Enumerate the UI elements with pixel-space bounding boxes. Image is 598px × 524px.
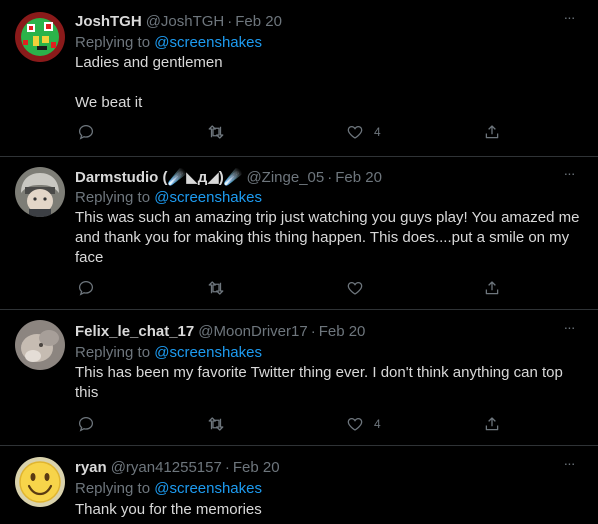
- tweet-header: Darmstudio (☄️◣д◢)☄️ @Zinge_05 · Feb 20: [75, 167, 382, 187]
- tweet-header: Felix_le_chat_17 @MoonDriver17 · Feb 20: [75, 321, 365, 341]
- display-name[interactable]: JoshTGH: [75, 13, 142, 30]
- separator: ·: [310, 322, 316, 340]
- separator: ·: [227, 12, 233, 30]
- display-name[interactable]: Darmstudio (☄️◣д◢)☄️: [75, 168, 242, 186]
- replying-prefix: Replying to: [75, 480, 151, 497]
- mention-link[interactable]: @screenshakes: [154, 480, 262, 497]
- separator: ·: [224, 458, 230, 476]
- tweet[interactable]: Felix_le_chat_17 @MoonDriver17 · Feb 20 …: [0, 310, 598, 446]
- reply-button[interactable]: [77, 122, 95, 142]
- share-icon: [485, 281, 499, 295]
- retweet-button[interactable]: [207, 122, 225, 142]
- tweet-header: JoshTGH @JoshTGH · Feb 20: [75, 11, 282, 31]
- user-handle[interactable]: @MoonDriver17: [198, 323, 307, 340]
- smiley-avatar-icon: [15, 457, 65, 507]
- more-options-icon[interactable]: ···: [558, 320, 580, 341]
- more-options-icon[interactable]: ···: [558, 10, 580, 31]
- heart-icon: [347, 281, 363, 295]
- retweet-button[interactable]: [207, 414, 225, 434]
- photo-avatar-icon: [15, 320, 65, 370]
- tweet[interactable]: JoshTGH @JoshTGH · Feb 20 ··· Replying t…: [0, 0, 598, 157]
- reply-button[interactable]: [77, 414, 95, 434]
- retweet-button[interactable]: [207, 278, 225, 298]
- like-count: 4: [374, 417, 381, 431]
- share-button[interactable]: [483, 278, 501, 298]
- pixel-art-avatar-icon: [15, 12, 65, 62]
- tweet-text: Thank you for the memories: [75, 501, 262, 518]
- like-count: 4: [374, 125, 381, 139]
- share-button[interactable]: [483, 414, 501, 434]
- replying-prefix: Replying to: [75, 344, 151, 361]
- anime-avatar-icon: [15, 167, 65, 217]
- replying-prefix: Replying to: [75, 34, 151, 51]
- tweet-text: This has been my favorite Twitter thing …: [75, 364, 568, 401]
- reply-icon: [78, 124, 94, 140]
- tweet[interactable]: ryan @ryan41255157 · Feb 20 ··· Replying…: [0, 446, 598, 524]
- like-button[interactable]: 4: [346, 414, 381, 434]
- replying-to: Replying to @screenshakes: [75, 34, 262, 51]
- tweet-date[interactable]: Feb 20: [233, 459, 280, 476]
- reply-feed: JoshTGH @JoshTGH · Feb 20 ··· Replying t…: [0, 0, 598, 524]
- avatar[interactable]: [15, 457, 65, 507]
- user-handle[interactable]: @JoshTGH: [146, 13, 225, 30]
- separator: ·: [327, 168, 333, 186]
- replying-prefix: Replying to: [75, 189, 151, 206]
- user-handle[interactable]: @Zinge_05: [246, 169, 324, 186]
- retweet-icon: [208, 281, 224, 295]
- heart-icon: [347, 417, 363, 431]
- retweet-icon: [208, 417, 224, 431]
- tweet-header: ryan @ryan41255157 · Feb 20: [75, 457, 280, 477]
- like-button[interactable]: [346, 278, 374, 298]
- retweet-icon: [208, 125, 224, 139]
- tweet-text: Ladies and gentlemen We beat it: [75, 54, 223, 111]
- mention-link[interactable]: @screenshakes: [154, 34, 262, 51]
- avatar[interactable]: [15, 320, 65, 370]
- replying-to: Replying to @screenshakes: [75, 480, 262, 497]
- reply-button[interactable]: [77, 278, 95, 298]
- tweet-date[interactable]: Feb 20: [335, 169, 382, 186]
- avatar[interactable]: [15, 12, 65, 62]
- reply-icon: [78, 280, 94, 296]
- tweet-actions: [75, 278, 515, 298]
- reply-icon: [78, 416, 94, 432]
- more-options-icon[interactable]: ···: [558, 166, 580, 187]
- display-name[interactable]: Felix_le_chat_17: [75, 323, 194, 340]
- replying-to: Replying to @screenshakes: [75, 344, 262, 361]
- avatar[interactable]: [15, 167, 65, 217]
- like-button[interactable]: 4: [346, 122, 381, 142]
- share-button[interactable]: [483, 122, 501, 142]
- more-options-icon[interactable]: ···: [558, 456, 580, 477]
- tweet-text: This was such an amazing trip just watch…: [75, 209, 584, 266]
- mention-link[interactable]: @screenshakes: [154, 344, 262, 361]
- display-name[interactable]: ryan: [75, 459, 107, 476]
- replying-to: Replying to @screenshakes: [75, 189, 262, 206]
- tweet-actions: 4: [75, 414, 515, 434]
- user-handle[interactable]: @ryan41255157: [111, 459, 222, 476]
- tweet-date[interactable]: Feb 20: [319, 323, 366, 340]
- share-icon: [485, 417, 499, 431]
- share-icon: [485, 125, 499, 139]
- mention-link[interactable]: @screenshakes: [154, 189, 262, 206]
- tweet-actions: 4: [75, 122, 515, 142]
- tweet[interactable]: Darmstudio (☄️◣д◢)☄️ @Zinge_05 · Feb 20 …: [0, 157, 598, 310]
- heart-icon: [347, 125, 363, 139]
- tweet-date[interactable]: Feb 20: [235, 13, 282, 30]
